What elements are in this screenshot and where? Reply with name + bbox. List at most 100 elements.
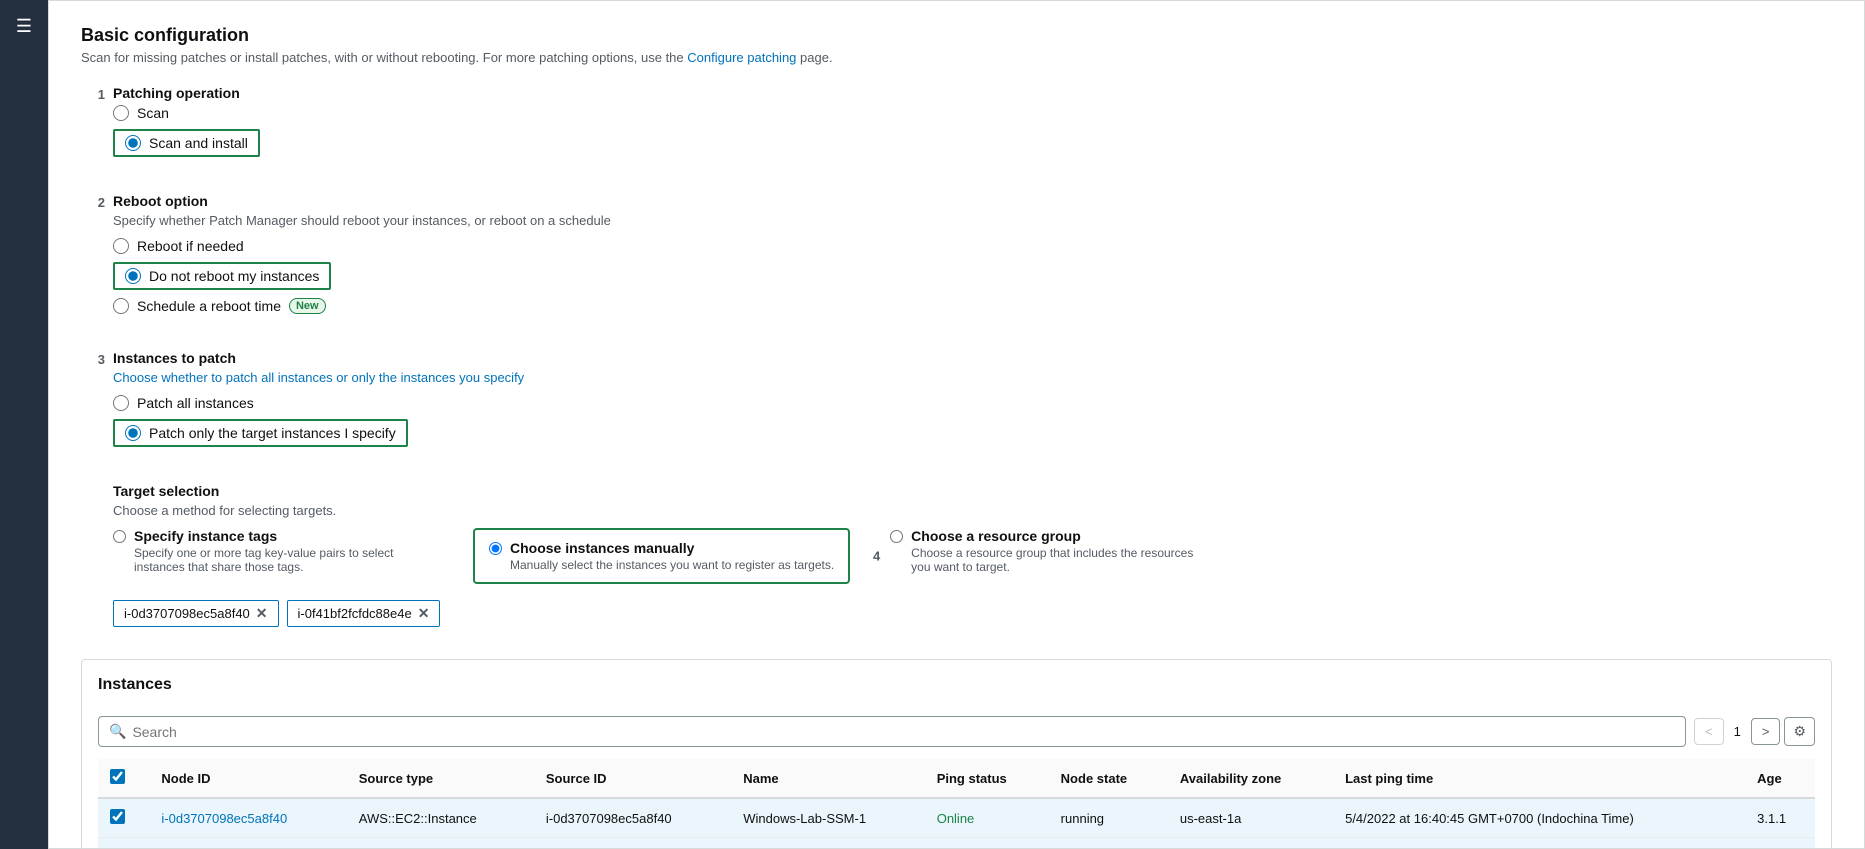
select-all-checkbox[interactable] [110,769,125,784]
radio-patch-target-label: Patch only the target instances I specif… [149,425,396,441]
row1-checkbox[interactable] [98,798,149,838]
row1-availability-zone: us-east-1a [1168,798,1333,838]
resource-group-desc: Choose a resource group that includes th… [911,546,1210,574]
radio-reboot-if-needed-label: Reboot if needed [137,238,244,254]
tag-chip-1: i-0d3707098ec5a8f40 ✕ [113,600,279,627]
main-content: Basic configuration Scan for missing pat… [48,0,1865,849]
col-source-type: Source type [347,759,534,798]
step-4-number: 4 [873,549,880,564]
radio-scan[interactable]: Scan [113,105,1832,121]
radio-schedule-reboot-label: Schedule a reboot time [137,298,281,314]
row2-source-id: i-0f41bf2fcfdc88e4e [534,838,731,849]
row1-checkbox-input[interactable] [110,809,125,824]
col-ping-status: Ping status [925,759,1049,798]
page-title: Basic configuration [81,25,1832,46]
row1-node-state: running [1049,798,1168,838]
radio-patch-target-input[interactable] [125,425,141,441]
radio-scan-install[interactable]: Scan and install [113,129,1832,157]
step-3-number: 3 [81,350,113,367]
radio-patch-all-input[interactable] [113,395,129,411]
radio-patch-all-label: Patch all instances [137,395,254,411]
next-page-button[interactable]: > [1751,718,1781,745]
radio-do-not-reboot[interactable]: Do not reboot my instances [113,262,1832,290]
radio-specify-tags-input[interactable] [113,530,126,543]
col-last-ping-time: Last ping time [1333,759,1745,798]
settings-button[interactable]: ⚙ [1784,717,1815,746]
radio-patch-all[interactable]: Patch all instances [113,395,1832,411]
choose-manually-desc: Manually select the instances you want t… [510,558,834,572]
row1-source-type: AWS::EC2::Instance [347,798,534,838]
radio-resource-group-input[interactable] [890,530,903,543]
tag-chip-2-value: i-0f41bf2fcfdc88e4e [298,606,412,621]
radio-reboot-if-needed[interactable]: Reboot if needed [113,238,1832,254]
instances-table-body: i-0d3707098ec5a8f40 AWS::EC2::Instance i… [98,798,1815,849]
row1-node-id: i-0d3707098ec5a8f40 [149,798,346,838]
radio-scan-input[interactable] [113,105,129,121]
instances-section: Instances 🔍 < 1 > ⚙ [81,659,1832,849]
radio-choose-manually-input[interactable] [489,542,502,555]
search-input-container: 🔍 [98,716,1686,747]
sidebar: ☰ [0,0,48,849]
radio-reboot-if-needed-input[interactable] [113,238,129,254]
tag-chips-container: i-0d3707098ec5a8f40 ✕ i-0f41bf2fcfdc88e4… [113,600,1832,639]
menu-icon[interactable]: ☰ [16,16,32,37]
col-node-state: Node state [1049,759,1168,798]
patching-operation-radio-group: Scan Scan and install [113,105,1832,157]
row1-name: Windows-Lab-SSM-1 [731,798,924,838]
tag-chip-1-value: i-0d3707098ec5a8f40 [124,606,250,621]
row1-ping-status: Online [925,798,1049,838]
col-node-id: Node ID [149,759,346,798]
col-availability-zone: Availability zone [1168,759,1333,798]
reboot-option-section: 2 Reboot option Specify whether Patch Ma… [81,193,1832,334]
reboot-option-desc: Specify whether Patch Manager should reb… [113,213,1832,228]
radio-patch-target[interactable]: Patch only the target instances I specif… [113,419,1832,447]
target-selection-section: Target selection Choose a method for sel… [81,483,1832,643]
instances-table-wrapper: Node ID Source type Source ID Name Ping … [98,759,1815,849]
target-selection-label: Target selection [113,483,1832,499]
resource-group-title: Choose a resource group [911,528,1210,544]
row1-age: 3.1.1 [1745,798,1815,838]
new-badge: New [289,298,326,314]
search-input[interactable] [132,724,1675,740]
row2-ping-status: Online [925,838,1049,849]
radio-schedule-reboot-input[interactable] [113,298,129,314]
row2-last-ping-time: 5/4/2022 at 16:39:41 GMT+0700 (Indochina… [1333,838,1745,849]
target-option-manual[interactable]: Choose instances manually Manually selec… [473,528,850,584]
row2-source-type: AWS::EC2::Instance [347,838,534,849]
table-header-row: Node ID Source type Source ID Name Ping … [98,759,1815,798]
target-option-tags[interactable]: Specify instance tags Specify one or mor… [113,528,433,574]
step-2-number: 2 [81,193,113,210]
instances-title: Instances [98,676,172,694]
patching-operation-section: 1 Patching operation Scan [81,85,1832,177]
tag-chip-2: i-0f41bf2fcfdc88e4e ✕ [287,600,441,627]
specify-tags-title: Specify instance tags [134,528,433,544]
row2-node-id: i-0f41bf2fcfdc88e4e [149,838,346,849]
radio-do-not-reboot-label: Do not reboot my instances [149,268,319,284]
instances-to-patch-link[interactable]: Choose whether to patch all instances or… [113,370,524,385]
radio-schedule-reboot[interactable]: Schedule a reboot time New [113,298,1832,314]
target-option-resource-group[interactable]: Choose a resource group Choose a resourc… [890,528,1210,574]
pagination-controls: < 1 > ⚙ [1694,717,1815,746]
row2-availability-zone: us-east-1b [1168,838,1333,849]
step-4-number-placeholder [81,483,113,485]
specify-tags-desc: Specify one or more tag key-value pairs … [134,546,433,574]
reboot-option-radio-group: Reboot if needed Do not reboot my instan… [113,238,1832,314]
row2-node-state: running [1049,838,1168,849]
tag-chip-1-remove[interactable]: ✕ [256,605,268,622]
row1-last-ping-time: 5/4/2022 at 16:40:45 GMT+0700 (Indochina… [1333,798,1745,838]
radio-scan-install-input[interactable] [125,135,141,151]
col-source-id: Source ID [534,759,731,798]
prev-page-button[interactable]: < [1694,718,1724,745]
instances-to-patch-label: Instances to patch [113,350,1832,366]
patching-operation-label: Patching operation [113,85,1832,101]
configure-patching-link[interactable]: Configure patching [687,50,796,65]
radio-scan-label: Scan [137,105,169,121]
col-checkbox[interactable] [98,759,149,798]
instances-to-patch-desc: Choose whether to patch all instances or… [113,370,1832,385]
tag-chip-2-remove[interactable]: ✕ [418,605,430,622]
row2-checkbox[interactable] [98,838,149,849]
col-age: Age [1745,759,1815,798]
radio-do-not-reboot-input[interactable] [125,268,141,284]
instances-to-patch-radio-group: Patch all instances Patch only the targe… [113,395,1832,447]
table-row: i-0d3707098ec5a8f40 AWS::EC2::Instance i… [98,798,1815,838]
